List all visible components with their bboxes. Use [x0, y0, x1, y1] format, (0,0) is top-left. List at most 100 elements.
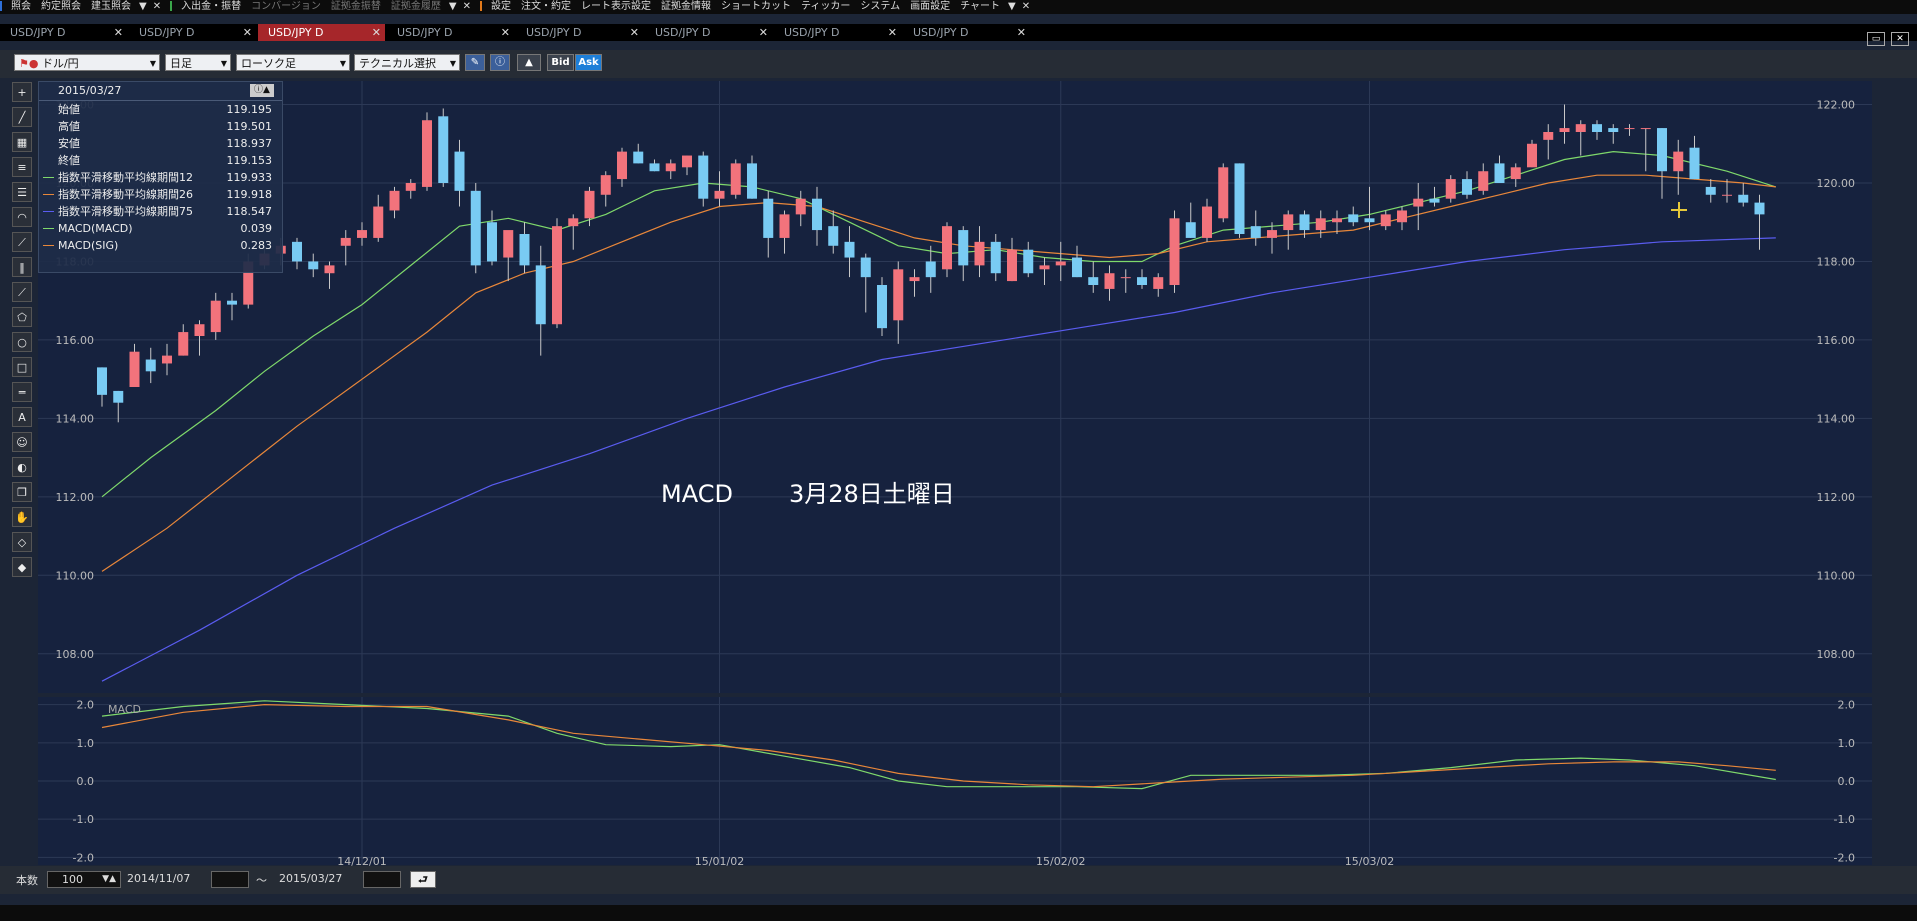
- from-date[interactable]: 2014/11/07: [127, 872, 190, 885]
- candle-body: [730, 163, 741, 195]
- candle-body: [1397, 210, 1407, 223]
- candle-body: [958, 230, 969, 266]
- count-down-up-icon[interactable]: ▼▲: [102, 872, 116, 887]
- price-tick-right: 118.00: [1817, 255, 1856, 268]
- to-time-field[interactable]: [363, 871, 401, 888]
- candle-body: [194, 324, 205, 336]
- candle-body: [1592, 124, 1602, 132]
- candle-body: [1559, 128, 1570, 132]
- candle-body: [178, 332, 189, 356]
- price-tick-right: 110.00: [1817, 569, 1856, 582]
- info-value: 119.153: [226, 154, 273, 167]
- candle-body: [1413, 198, 1424, 207]
- info-row: MACD(SIG) 0.283: [39, 237, 282, 254]
- price-tick-left: 116.00: [56, 334, 95, 347]
- price-tick-right: 108.00: [1817, 648, 1856, 661]
- candle-body: [893, 269, 904, 321]
- candle-body: [1543, 132, 1554, 140]
- macd-tick-left: -2.0: [73, 851, 94, 864]
- candle-body: [1185, 222, 1196, 238]
- macd-panel-label: MACD: [108, 703, 141, 716]
- candle-body: [1624, 128, 1635, 130]
- candle-body: [162, 355, 172, 364]
- candle-body: [1267, 230, 1277, 238]
- info-value: 119.501: [226, 120, 273, 133]
- candle-body: [584, 190, 595, 219]
- return-icon[interactable]: ⮐: [410, 871, 436, 888]
- candle-body: [454, 151, 465, 191]
- candle-body: [1202, 206, 1212, 238]
- macd-tick-left: -1.0: [73, 813, 94, 826]
- candle-body: [665, 163, 676, 172]
- chart-canvas[interactable]: 108.00 108.00 110.00 110.00 112.00 112.00 114.…: [0, 0, 1917, 921]
- candle-body: [227, 300, 237, 305]
- price-panel: [38, 81, 1872, 693]
- count-value: 100: [62, 873, 83, 886]
- candle-body: [97, 367, 107, 395]
- info-label: MACD(MACD): [58, 222, 133, 235]
- series-color-marker: [43, 177, 54, 178]
- candle-body: [113, 390, 124, 403]
- candle-body: [763, 198, 774, 238]
- candle-body: [1445, 179, 1456, 199]
- price-tick-right: 114.00: [1817, 412, 1856, 425]
- candle-body: [210, 300, 221, 333]
- candle-body: [1527, 143, 1537, 168]
- info-row: 終値 119.153: [39, 152, 282, 169]
- series-color-marker: [43, 245, 54, 246]
- info-row: 始値 119.195: [39, 101, 282, 118]
- candle-body: [779, 214, 790, 238]
- candle-body: [1575, 124, 1586, 132]
- info-value: 118.937: [226, 137, 273, 150]
- candle-body: [925, 261, 936, 278]
- info-label: 指数平滑移動平均線期間26: [58, 188, 193, 201]
- macd-tick-left: 2.0: [77, 699, 95, 712]
- price-tick-left: 108.00: [56, 648, 95, 661]
- candle-body: [844, 241, 855, 258]
- candle-body: [633, 151, 644, 164]
- candle-body: [1738, 194, 1749, 203]
- candle-body: [1754, 202, 1765, 215]
- candle: [438, 108, 449, 187]
- series-color-marker: [43, 228, 54, 229]
- to-date[interactable]: 2015/03/27: [279, 872, 342, 885]
- info-label: MACD(SIG): [58, 239, 119, 252]
- price-tick-left: 110.00: [56, 569, 95, 582]
- candle-body: [1510, 167, 1521, 180]
- info-value: 119.933: [226, 171, 273, 184]
- macd-tick-right: 1.0: [1838, 737, 1856, 750]
- candle-body: [828, 226, 839, 246]
- collapse-info-icon[interactable]: ⓘ▲: [250, 84, 274, 97]
- candle-body: [487, 222, 497, 262]
- info-row: 指数平滑移動平均線期間75 118.547: [39, 203, 282, 220]
- price-tick-right: 122.00: [1817, 99, 1856, 112]
- candle-body: [698, 155, 709, 199]
- info-value: 119.195: [226, 103, 273, 116]
- candle: [698, 151, 709, 207]
- from-time-field[interactable]: [211, 871, 249, 888]
- candle: [470, 183, 481, 274]
- chart-overlay-text: MACD 3月28日土曜日: [661, 474, 955, 509]
- candle-body: [1364, 218, 1375, 223]
- macd-tick-right: 0.0: [1838, 775, 1856, 788]
- price-tick-right: 112.00: [1817, 491, 1856, 504]
- candle-body: [1283, 214, 1294, 231]
- count-stepper[interactable]: 100 ▼▲: [47, 871, 121, 888]
- price-tick-right: 120.00: [1817, 177, 1856, 190]
- candle-body: [1055, 261, 1066, 266]
- candle-body: [405, 183, 416, 191]
- candle-body: [1250, 226, 1261, 238]
- candle-body: [1072, 257, 1082, 278]
- macd-tick-right: -2.0: [1834, 851, 1855, 864]
- candle-body: [422, 120, 432, 187]
- candle-body: [357, 230, 367, 238]
- candle-body: [1039, 265, 1050, 270]
- candle: [1218, 163, 1229, 223]
- candle-body: [568, 218, 579, 227]
- candle-body: [438, 116, 449, 183]
- candle-body: [1705, 186, 1716, 195]
- range-bar: 本数 100 ▼▲ 2014/11/07 〜 2015/03/27 ⮐: [0, 866, 1917, 894]
- candle-body: [1234, 163, 1245, 234]
- candle-body: [373, 206, 384, 238]
- candle-body: [1088, 277, 1099, 285]
